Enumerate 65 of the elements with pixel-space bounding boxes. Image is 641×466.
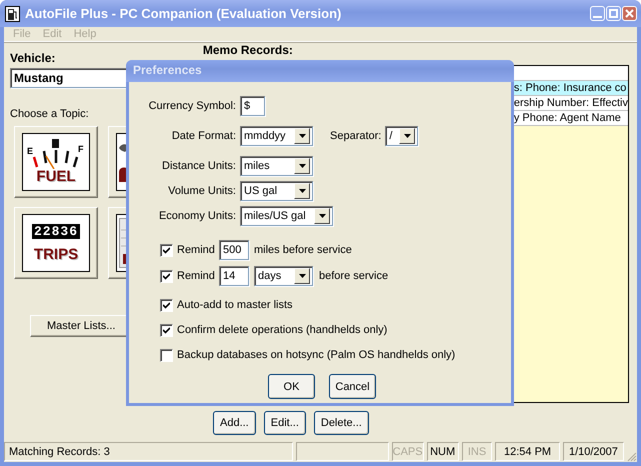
caret-icon — [298, 134, 306, 138]
delete-button[interactable]: Delete... — [314, 410, 369, 434]
gauge-label: E — [27, 146, 34, 156]
checkbox[interactable] — [160, 324, 173, 336]
checkbox-label[interactable]: Confirm delete operations (handhelds only) — [177, 324, 388, 336]
field-label: Volume Units: — [167, 185, 236, 197]
checkbox-label: Remind — [177, 244, 216, 256]
status-text: 12:54 PM — [495, 442, 560, 461]
checkbox-label[interactable]: Backup databases on hotsync (Palm OS handhelds only) — [177, 349, 456, 361]
gauge-label: F — [78, 144, 84, 154]
field-label: Separator: — [330, 130, 382, 142]
checkbox[interactable] — [160, 348, 173, 362]
fuel-pump-icon — [5, 6, 20, 22]
section-label: Choose a Topic: — [10, 108, 90, 120]
checkbox-label: Remind — [177, 270, 216, 282]
maximize-icon — [609, 9, 618, 18]
checkbox-label[interactable]: Auto-add to master lists — [177, 299, 293, 311]
minimize-icon — [593, 16, 602, 18]
ok-button[interactable]: OK — [268, 374, 315, 399]
status-indicator: INS — [462, 442, 492, 461]
field-label: before service — [319, 270, 388, 282]
add-button[interactable]: Add... — [213, 410, 256, 434]
field-label: Distance Units: — [161, 160, 236, 172]
checkmark-icon — [163, 246, 170, 254]
caret-icon — [318, 214, 326, 218]
checkmark-icon — [163, 302, 170, 308]
input-field[interactable]: 14 — [219, 266, 249, 286]
close-icon — [625, 9, 634, 18]
checkmark-icon — [163, 326, 170, 334]
dropdown-field[interactable]: miles — [240, 156, 313, 176]
field-label: Date Format: — [170, 130, 236, 142]
status-text: 1/10/2007 — [562, 442, 624, 461]
caret-icon — [404, 134, 411, 138]
field-label: Currency Symbol: — [148, 100, 236, 112]
resize-grip-icon[interactable] — [627, 452, 637, 462]
dropdown-field[interactable]: US gal — [240, 181, 313, 201]
caret-icon — [298, 189, 306, 193]
field-label: miles before service — [254, 244, 352, 256]
checkmark-icon — [163, 272, 170, 280]
input-field[interactable]: $ — [240, 96, 265, 116]
status-indicator: CAPS — [392, 442, 424, 461]
cancel-button[interactable]: Cancel — [329, 374, 376, 399]
trips-topic-button[interactable]: 22836 TRIPS — [14, 207, 98, 279]
dropdown-field[interactable]: days — [254, 266, 313, 286]
dropdown-field[interactable]: mmddyy — [240, 126, 313, 146]
topic-label: FUEL — [36, 169, 76, 185]
dropdown-field[interactable]: miles/US gal — [240, 206, 333, 226]
caret-icon — [298, 274, 306, 278]
fuel-topic-button[interactable]: E F FUEL — [14, 126, 98, 198]
caret-icon — [298, 164, 306, 168]
section-label: Memo Records: — [202, 44, 294, 57]
window-title: AutoFile Plus - PC Companion (Evaluation Version) — [25, 6, 342, 21]
close-button[interactable] — [622, 6, 637, 21]
odometer-reading: 22836 — [32, 224, 80, 238]
status-indicator: NUM — [426, 442, 459, 461]
input-field[interactable]: 500 — [219, 240, 249, 260]
edit-button[interactable]: Edit... — [264, 410, 306, 434]
field-label: Vehicle: — [10, 51, 56, 65]
dropdown-field[interactable]: / — [385, 126, 418, 146]
field-label: Economy Units: — [158, 210, 236, 222]
checkbox[interactable] — [160, 298, 173, 312]
topic-label: TRIPS — [34, 246, 78, 262]
status-text: Matching Records: 3 — [4, 442, 293, 461]
checkbox[interactable] — [160, 244, 173, 256]
checkbox[interactable] — [160, 270, 173, 282]
